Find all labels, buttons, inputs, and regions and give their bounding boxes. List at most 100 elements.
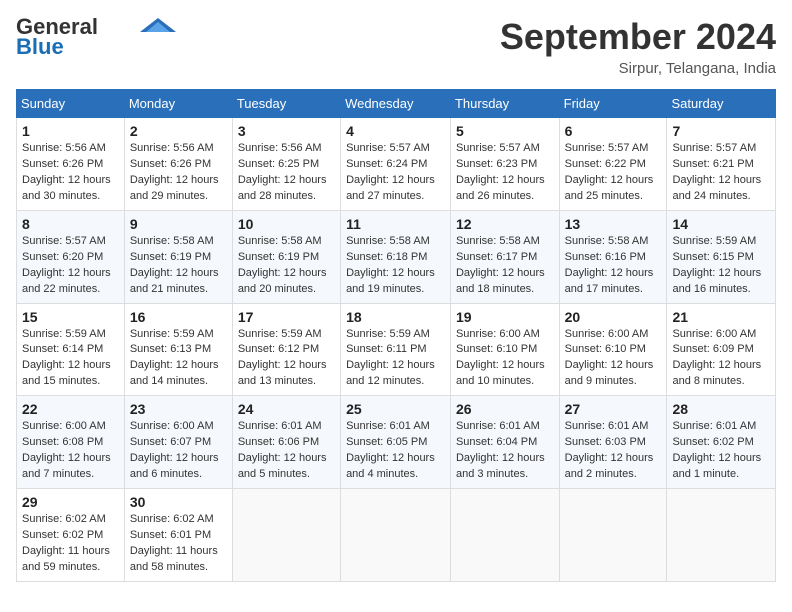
- sunrise-text: Sunrise: 6:00 AM: [22, 420, 106, 432]
- day-detail: Sunrise: 5:57 AM Sunset: 6:22 PM Dayligh…: [565, 141, 662, 205]
- daylight-text: Daylight: 12 hours and 12 minutes.: [346, 359, 435, 387]
- day-number: 27: [565, 401, 662, 417]
- day-detail: Sunrise: 6:02 AM Sunset: 6:02 PM Dayligh…: [22, 512, 119, 576]
- daylight-text: Daylight: 12 hours and 26 minutes.: [456, 174, 545, 202]
- sunset-text: Sunset: 6:25 PM: [238, 158, 319, 170]
- calendar-day-cell: 17 Sunrise: 5:59 AM Sunset: 6:12 PM Dayl…: [232, 303, 340, 396]
- sunrise-text: Sunrise: 5:59 AM: [238, 328, 322, 340]
- calendar-week-row: 29 Sunrise: 6:02 AM Sunset: 6:02 PM Dayl…: [17, 489, 776, 582]
- day-number: 16: [130, 309, 227, 325]
- day-detail: Sunrise: 5:58 AM Sunset: 6:19 PM Dayligh…: [238, 234, 335, 298]
- sunrise-text: Sunrise: 5:58 AM: [346, 235, 430, 247]
- sunset-text: Sunset: 6:18 PM: [346, 251, 427, 263]
- day-detail: Sunrise: 5:57 AM Sunset: 6:20 PM Dayligh…: [22, 234, 119, 298]
- day-number: 13: [565, 216, 662, 232]
- sunset-text: Sunset: 6:07 PM: [130, 436, 211, 448]
- day-number: 19: [456, 309, 554, 325]
- logo: General Blue: [16, 16, 176, 58]
- empty-cell: [667, 489, 776, 582]
- calendar-day-cell: 29 Sunrise: 6:02 AM Sunset: 6:02 PM Dayl…: [17, 489, 125, 582]
- title-block: September 2024 Sirpur, Telangana, India: [500, 16, 776, 77]
- day-detail: Sunrise: 6:01 AM Sunset: 6:04 PM Dayligh…: [456, 419, 554, 483]
- day-number: 21: [672, 309, 770, 325]
- daylight-text: Daylight: 12 hours and 4 minutes.: [346, 452, 435, 480]
- daylight-text: Daylight: 11 hours and 59 minutes.: [22, 545, 110, 573]
- sunset-text: Sunset: 6:03 PM: [565, 436, 646, 448]
- sunset-text: Sunset: 6:05 PM: [346, 436, 427, 448]
- daylight-text: Daylight: 12 hours and 2 minutes.: [565, 452, 654, 480]
- calendar-day-cell: 2 Sunrise: 5:56 AM Sunset: 6:26 PM Dayli…: [124, 118, 232, 211]
- daylight-text: Daylight: 12 hours and 24 minutes.: [672, 174, 761, 202]
- calendar-day-cell: 26 Sunrise: 6:01 AM Sunset: 6:04 PM Dayl…: [450, 396, 559, 489]
- calendar-day-cell: 11 Sunrise: 5:58 AM Sunset: 6:18 PM Dayl…: [341, 210, 451, 303]
- sunset-text: Sunset: 6:23 PM: [456, 158, 537, 170]
- col-header-wednesday: Wednesday: [341, 90, 451, 118]
- sunrise-text: Sunrise: 5:59 AM: [22, 328, 106, 340]
- sunrise-text: Sunrise: 6:02 AM: [130, 513, 214, 525]
- sunset-text: Sunset: 6:08 PM: [22, 436, 103, 448]
- daylight-text: Daylight: 12 hours and 10 minutes.: [456, 359, 545, 387]
- daylight-text: Daylight: 12 hours and 8 minutes.: [672, 359, 761, 387]
- calendar-day-cell: 13 Sunrise: 5:58 AM Sunset: 6:16 PM Dayl…: [559, 210, 667, 303]
- sunrise-text: Sunrise: 5:59 AM: [672, 235, 756, 247]
- daylight-text: Daylight: 12 hours and 18 minutes.: [456, 267, 545, 295]
- day-detail: Sunrise: 5:59 AM Sunset: 6:15 PM Dayligh…: [672, 234, 770, 298]
- daylight-text: Daylight: 12 hours and 13 minutes.: [238, 359, 327, 387]
- daylight-text: Daylight: 12 hours and 20 minutes.: [238, 267, 327, 295]
- day-number: 11: [346, 216, 445, 232]
- calendar-day-cell: 24 Sunrise: 6:01 AM Sunset: 6:06 PM Dayl…: [232, 396, 340, 489]
- calendar-day-cell: 10 Sunrise: 5:58 AM Sunset: 6:19 PM Dayl…: [232, 210, 340, 303]
- calendar-week-row: 8 Sunrise: 5:57 AM Sunset: 6:20 PM Dayli…: [17, 210, 776, 303]
- sunrise-text: Sunrise: 5:59 AM: [346, 328, 430, 340]
- day-number: 8: [22, 216, 119, 232]
- calendar-day-cell: 18 Sunrise: 5:59 AM Sunset: 6:11 PM Dayl…: [341, 303, 451, 396]
- sunset-text: Sunset: 6:16 PM: [565, 251, 646, 263]
- daylight-text: Daylight: 12 hours and 25 minutes.: [565, 174, 654, 202]
- empty-cell: [450, 489, 559, 582]
- calendar-day-cell: 21 Sunrise: 6:00 AM Sunset: 6:09 PM Dayl…: [667, 303, 776, 396]
- daylight-text: Daylight: 12 hours and 19 minutes.: [346, 267, 435, 295]
- sunrise-text: Sunrise: 6:00 AM: [565, 328, 649, 340]
- day-detail: Sunrise: 6:00 AM Sunset: 6:07 PM Dayligh…: [130, 419, 227, 483]
- daylight-text: Daylight: 12 hours and 28 minutes.: [238, 174, 327, 202]
- daylight-text: Daylight: 12 hours and 16 minutes.: [672, 267, 761, 295]
- day-number: 12: [456, 216, 554, 232]
- calendar-table: SundayMondayTuesdayWednesdayThursdayFrid…: [16, 89, 776, 582]
- calendar-day-cell: 6 Sunrise: 5:57 AM Sunset: 6:22 PM Dayli…: [559, 118, 667, 211]
- calendar-day-cell: 1 Sunrise: 5:56 AM Sunset: 6:26 PM Dayli…: [17, 118, 125, 211]
- day-detail: Sunrise: 5:59 AM Sunset: 6:13 PM Dayligh…: [130, 327, 227, 391]
- logo-blue: Blue: [16, 36, 64, 58]
- sunset-text: Sunset: 6:17 PM: [456, 251, 537, 263]
- day-detail: Sunrise: 5:59 AM Sunset: 6:12 PM Dayligh…: [238, 327, 335, 391]
- calendar-day-cell: 14 Sunrise: 5:59 AM Sunset: 6:15 PM Dayl…: [667, 210, 776, 303]
- calendar-day-cell: 28 Sunrise: 6:01 AM Sunset: 6:02 PM Dayl…: [667, 396, 776, 489]
- day-number: 24: [238, 401, 335, 417]
- day-detail: Sunrise: 6:01 AM Sunset: 6:05 PM Dayligh…: [346, 419, 445, 483]
- col-header-thursday: Thursday: [450, 90, 559, 118]
- day-detail: Sunrise: 5:57 AM Sunset: 6:24 PM Dayligh…: [346, 141, 445, 205]
- sunrise-text: Sunrise: 5:58 AM: [456, 235, 540, 247]
- day-number: 3: [238, 123, 335, 139]
- calendar-day-cell: 27 Sunrise: 6:01 AM Sunset: 6:03 PM Dayl…: [559, 396, 667, 489]
- day-number: 18: [346, 309, 445, 325]
- empty-cell: [559, 489, 667, 582]
- calendar-day-cell: 16 Sunrise: 5:59 AM Sunset: 6:13 PM Dayl…: [124, 303, 232, 396]
- day-number: 30: [130, 494, 227, 510]
- page-header: General Blue September 2024 Sirpur, Tela…: [16, 16, 776, 77]
- day-detail: Sunrise: 5:57 AM Sunset: 6:21 PM Dayligh…: [672, 141, 770, 205]
- sunrise-text: Sunrise: 6:01 AM: [238, 420, 322, 432]
- sunrise-text: Sunrise: 6:01 AM: [672, 420, 756, 432]
- day-detail: Sunrise: 5:56 AM Sunset: 6:25 PM Dayligh…: [238, 141, 335, 205]
- day-number: 7: [672, 123, 770, 139]
- day-number: 6: [565, 123, 662, 139]
- sunset-text: Sunset: 6:14 PM: [22, 343, 103, 355]
- sunset-text: Sunset: 6:13 PM: [130, 343, 211, 355]
- day-detail: Sunrise: 6:01 AM Sunset: 6:06 PM Dayligh…: [238, 419, 335, 483]
- sunset-text: Sunset: 6:15 PM: [672, 251, 753, 263]
- daylight-text: Daylight: 12 hours and 5 minutes.: [238, 452, 327, 480]
- calendar-day-cell: 4 Sunrise: 5:57 AM Sunset: 6:24 PM Dayli…: [341, 118, 451, 211]
- sunrise-text: Sunrise: 5:56 AM: [130, 142, 214, 154]
- sunset-text: Sunset: 6:09 PM: [672, 343, 753, 355]
- day-detail: Sunrise: 6:01 AM Sunset: 6:03 PM Dayligh…: [565, 419, 662, 483]
- calendar-day-cell: 3 Sunrise: 5:56 AM Sunset: 6:25 PM Dayli…: [232, 118, 340, 211]
